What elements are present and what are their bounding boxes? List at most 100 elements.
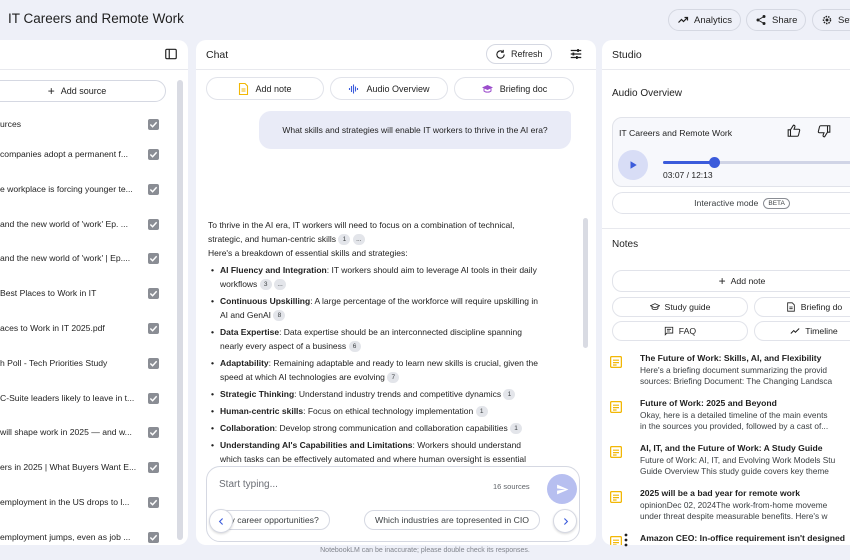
answer-breakdown: Here's a breakdown of essential skills a… [208, 248, 408, 258]
check-icon [149, 186, 158, 193]
note-item[interactable]: 2025 will be a bad year for remote work o… [610, 488, 850, 528]
note-icon [610, 356, 622, 368]
analytics-button[interactable]: Analytics [668, 9, 742, 31]
panel-toggle-icon[interactable] [164, 47, 178, 61]
source-checkbox[interactable] [148, 427, 159, 439]
source-item[interactable]: employment in the US drops to l... [0, 496, 164, 510]
source-title: and the new world of 'work' | Ep.... [0, 253, 131, 264]
settings-button[interactable]: Set [812, 9, 850, 31]
bullet-term: Strategic Thinking [220, 389, 295, 399]
citation-chip[interactable]: 8 [273, 310, 286, 321]
notebook-title[interactable]: IT Careers and Remote Work [8, 11, 184, 26]
bullet-term: Human-centric skills [220, 406, 304, 416]
note-preview-line: under threat despite measurable benefits… [640, 511, 828, 521]
bullet-text: : Focus on ethical technology implementa… [303, 406, 474, 416]
study-guide-button[interactable]: Study guide [612, 297, 748, 317]
source-item[interactable]: C-Suite leaders likely to leave in t... [0, 392, 164, 406]
citation-chip[interactable]: 1 [338, 234, 351, 245]
source-title: employment in the US drops to l... [0, 497, 130, 507]
citation-chip[interactable]: 1 [503, 389, 516, 400]
thumbs-up-icon[interactable] [787, 124, 801, 138]
source-checkbox[interactable] [148, 323, 159, 334]
suggestion-chip[interactable]: early career opportunities? [219, 510, 330, 530]
sources-scrollbar[interactable] [177, 80, 183, 540]
note-item[interactable]: The Future of Work: Skills, AI, and Flex… [610, 353, 850, 393]
briefing-doc-chip[interactable]: Briefing doc [454, 77, 574, 100]
source-title: employment jumps, even as job ... [0, 531, 131, 542]
share-button[interactable]: Share [746, 9, 807, 31]
answer-bullet: Collaboration: Develop strong communicat… [208, 421, 538, 435]
suggestions-prev-button[interactable] [209, 509, 233, 533]
source-checkbox[interactable] [148, 497, 159, 508]
select-all-label: urces [0, 119, 22, 129]
source-checkbox[interactable] [148, 357, 159, 369]
source-checkbox[interactable] [148, 392, 159, 404]
thumbs-down-icon[interactable] [817, 124, 831, 138]
note-item[interactable]: AI, IT, and the Future of Work: A Study … [610, 443, 850, 483]
timeline-button[interactable]: Timeline [754, 321, 850, 341]
source-checkbox[interactable] [148, 531, 159, 543]
source-item[interactable]: ers in 2025 | What Buyers Want E... [0, 461, 164, 475]
sources-header [0, 40, 188, 70]
source-item[interactable]: employment jumps, even as job ... [0, 531, 164, 545]
note-title: The Future of Work: Skills, AI, and Flex… [640, 353, 822, 363]
interactive-mode-button[interactable]: Interactive mode BETA [612, 192, 850, 214]
check-icon [149, 151, 158, 158]
source-checkbox[interactable] [148, 149, 159, 160]
chat-bubble-icon [664, 326, 673, 336]
more-vertical-icon[interactable] [623, 533, 629, 547]
citation-chip[interactable]: 1 [475, 406, 488, 417]
add-note-chip[interactable]: Add note [206, 77, 324, 100]
note-icon [239, 82, 249, 95]
citation-chip[interactable]: 3 [259, 279, 272, 290]
briefing-doc-label: Briefing doc [499, 83, 548, 94]
source-title: will shape work in 2025 — and w... [0, 427, 132, 438]
source-checkbox[interactable] [148, 462, 159, 474]
chevron-right-icon [563, 517, 568, 525]
play-button[interactable] [618, 150, 648, 180]
select-all-checkbox[interactable] [148, 119, 159, 130]
source-item[interactable]: will shape work in 2025 — and w... [0, 426, 164, 440]
suggestions-next-button[interactable] [553, 509, 577, 533]
citation-chip[interactable]: ... [352, 234, 365, 245]
source-item[interactable]: aces to Work in IT 2025.pdf [0, 322, 164, 336]
check-icon [149, 121, 158, 128]
add-source-button[interactable]: + Add source [0, 80, 166, 102]
tune-icon[interactable] [569, 47, 583, 61]
source-checkbox[interactable] [148, 253, 159, 265]
note-preview-line: opinionDec 02, 2024The work-from-home mo… [640, 500, 828, 510]
faq-button[interactable]: FAQ [612, 321, 748, 341]
play-icon [630, 161, 637, 169]
audio-progress-knob[interactable] [709, 157, 720, 168]
source-checkbox[interactable] [148, 183, 159, 195]
note-item[interactable]: Amazon CEO: In-office requirement isn't … [610, 533, 850, 545]
citation-chip[interactable]: 6 [348, 341, 361, 352]
refresh-button[interactable]: Refresh [486, 44, 552, 64]
suggestion-chip[interactable]: Which industries are topresented in CIO [364, 510, 541, 530]
refresh-label: Refresh [511, 49, 543, 59]
audio-progress-track[interactable] [663, 157, 850, 168]
send-button[interactable] [547, 474, 577, 504]
note-title: 2025 will be a bad year for remote work [640, 488, 801, 498]
suggestions-carousel: early career opportunities? Which indust… [219, 510, 569, 532]
source-checkbox[interactable] [148, 288, 159, 300]
source-item[interactable]: Best Places to Work in IT [0, 287, 164, 301]
source-item[interactable]: companies adopt a permanent f... [0, 148, 164, 162]
select-all-sources-row[interactable]: urces [0, 118, 164, 132]
source-item[interactable]: e workplace is forcing younger te... [0, 183, 164, 197]
source-item[interactable]: and the new world of 'work' Ep. ... [0, 218, 164, 232]
briefing-doc-button[interactable]: Briefing do [754, 297, 850, 317]
source-checkbox[interactable] [148, 218, 159, 230]
add-note-button[interactable]: + Add note [612, 270, 850, 292]
faq-label: FAQ [678, 326, 697, 336]
chat-scrollbar[interactable] [583, 218, 588, 348]
source-item[interactable]: h Poll - Tech Priorities Study [0, 357, 164, 371]
citation-chip[interactable]: 7 [387, 372, 400, 383]
beta-badge: BETA [763, 197, 790, 209]
source-item[interactable]: and the new world of 'work' | Ep.... [0, 252, 164, 266]
citation-chip[interactable]: 1 [510, 423, 523, 434]
citation-chip[interactable]: ... [274, 279, 287, 290]
chat-input[interactable] [219, 479, 479, 490]
audio-overview-chip[interactable]: Audio Overview [330, 77, 448, 100]
note-item[interactable]: Future of Work: 2025 and Beyond Okay, her… [610, 398, 850, 438]
